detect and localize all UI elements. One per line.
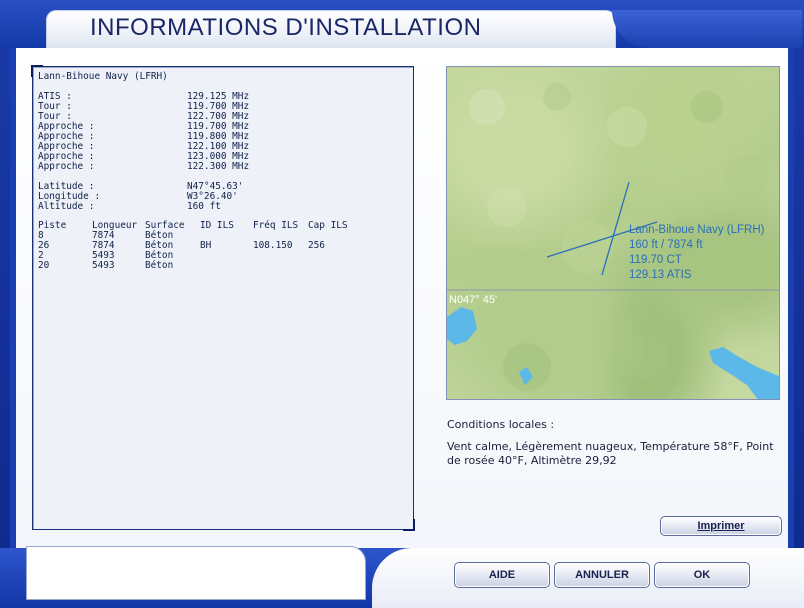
conditions-title: Conditions locales : bbox=[447, 418, 555, 431]
title-corner-decoration bbox=[612, 10, 802, 48]
window-title: INFORMATIONS D'INSTALLATION bbox=[90, 14, 482, 41]
map-label-name: Lann-Bihoue Navy (LFRH) bbox=[629, 224, 765, 236]
runway-cell: 256 bbox=[308, 240, 325, 251]
dialog-window: INFORMATIONS D'INSTALLATION Lann-Bihoue … bbox=[0, 0, 804, 608]
airport-name: Lann-Bihoue Navy (LFRH) bbox=[38, 71, 168, 82]
runway-cell: Béton bbox=[145, 260, 174, 271]
position-label: Altitude : bbox=[38, 201, 95, 212]
frequency-value: 122.300 MHz bbox=[187, 161, 250, 172]
water-area-right bbox=[709, 347, 779, 399]
runway-cell: 20 bbox=[38, 260, 50, 271]
airport-info-box[interactable]: Lann-Bihoue Navy (LFRH) ATIS :129.125 MH… bbox=[31, 65, 415, 531]
ok-button[interactable]: OK bbox=[654, 562, 750, 588]
cancel-button[interactable]: ANNULER bbox=[554, 562, 650, 588]
map-label-atis: 129.13 ATIS bbox=[629, 269, 692, 281]
airport-map[interactable]: N047° 45' Lann-Bihoue Navy (LFRH) 160 ft… bbox=[446, 66, 780, 400]
print-button[interactable]: Imprimer bbox=[660, 516, 782, 536]
map-airport-label: Lann-Bihoue Navy (LFRH) 160 ft / 7874 ft… bbox=[629, 223, 765, 283]
latitude-label: N047° 45' bbox=[449, 294, 497, 306]
runway-line-2-20 bbox=[601, 181, 630, 276]
map-label-tower: 119.70 CT bbox=[629, 254, 682, 266]
help-button[interactable]: AIDE bbox=[454, 562, 550, 588]
conditions-text: Vent calme, Légèrement nuageux, Températ… bbox=[447, 440, 774, 467]
runway-column-header: ID ILS bbox=[200, 220, 234, 231]
runway-cell: 5493 bbox=[92, 260, 115, 271]
map-label-elevation: 160 ft / 7874 ft bbox=[629, 239, 703, 251]
runway-cell: 108.150 bbox=[253, 240, 293, 251]
runway-column-header: Cap ILS bbox=[308, 220, 348, 231]
position-value: 160 ft bbox=[187, 201, 221, 212]
frequency-label: Approche : bbox=[38, 161, 95, 172]
footer-left-panel bbox=[26, 546, 366, 600]
runway-column-header: Fréq ILS bbox=[253, 220, 299, 231]
water-area-left bbox=[447, 307, 477, 345]
runway-cell: BH bbox=[200, 240, 212, 251]
